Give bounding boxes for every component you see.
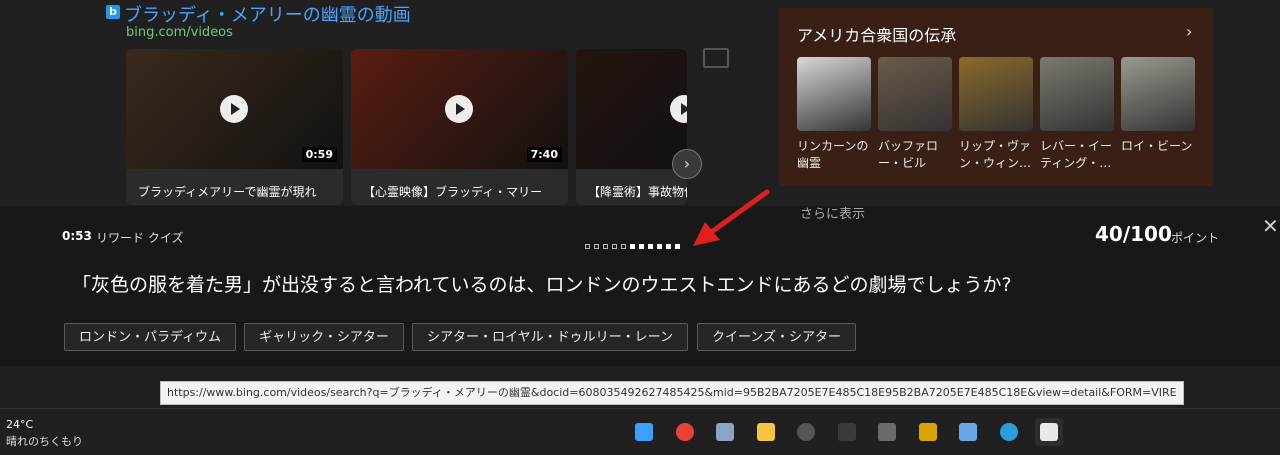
answer-option-2[interactable]: ギャリック・シアター bbox=[244, 323, 404, 351]
video-section-title[interactable]: ブラッディ・メアリーの幽霊の動画 bbox=[124, 1, 411, 27]
quiz-question: 「灰色の服を着た男」が出没すると言われているのは、ロンドンのウエストエンドにある… bbox=[72, 274, 1012, 296]
rip-van-winkle-image[interactable] bbox=[959, 57, 1033, 131]
video-caption: 【心霊映像】ブラッディ・マリー bbox=[363, 185, 543, 199]
quiz-points-unit: ポイント bbox=[1171, 231, 1220, 245]
weather-temperature[interactable]: 24°C bbox=[6, 418, 33, 431]
progress-dot bbox=[603, 244, 608, 249]
video-card-3[interactable]: 【降霊術】事故物件 bbox=[576, 49, 687, 205]
weather-description[interactable]: 晴れのちくもり bbox=[6, 433, 83, 449]
url-status-tooltip: https://www.bing.com/videos/search?q=ブラッ… bbox=[160, 381, 1184, 405]
carousel-next-button[interactable]: › bbox=[672, 149, 702, 179]
buffalo-bill-image[interactable] bbox=[878, 57, 952, 131]
answer-option-4[interactable]: クイーンズ・シアター bbox=[697, 323, 856, 351]
screenshot-tool-icon[interactable] bbox=[873, 418, 901, 446]
file-explorer-icon[interactable] bbox=[752, 418, 780, 446]
knowledge-item-label[interactable]: ロイ・ビーン bbox=[1121, 138, 1197, 155]
progress-dot bbox=[648, 244, 653, 249]
cmd-gui-icon[interactable] bbox=[833, 418, 861, 446]
quiz-timer: 0:53 bbox=[62, 229, 92, 243]
show-more-link[interactable]: さらに表示 bbox=[800, 203, 865, 222]
video-section-url[interactable]: bing.com/videos bbox=[126, 25, 233, 40]
windows-start-icon[interactable] bbox=[630, 418, 658, 446]
chrome-icon[interactable] bbox=[671, 418, 699, 446]
progress-dot bbox=[675, 244, 680, 249]
progress-dot bbox=[630, 244, 635, 249]
play-icon bbox=[220, 95, 248, 123]
video-caption: 【降霊術】事故物件 bbox=[588, 185, 687, 199]
bing-logo-icon: b bbox=[106, 5, 120, 19]
video-duration: 7:40 bbox=[526, 147, 562, 162]
play-icon bbox=[445, 95, 473, 123]
obs-icon[interactable] bbox=[792, 418, 820, 446]
bee-app-icon[interactable] bbox=[914, 418, 942, 446]
knowledge-item-label[interactable]: バッファロー・ビル bbox=[878, 138, 954, 172]
close-icon[interactable]: ✕ bbox=[1262, 214, 1279, 238]
video-card-1[interactable]: 0:59 ブラッディメアリーで幽霊が現れ bbox=[126, 49, 343, 205]
edge-icon[interactable] bbox=[995, 418, 1023, 446]
quiz-progress-dots bbox=[585, 234, 684, 249]
notepad-icon[interactable] bbox=[954, 418, 982, 446]
answer-option-3[interactable]: シアター・ロイヤル・ドゥルリー・レーン bbox=[412, 323, 688, 351]
progress-dot bbox=[612, 244, 617, 249]
video-caption: ブラッディメアリーで幽霊が現れ bbox=[138, 185, 317, 199]
video-duration: 0:59 bbox=[301, 147, 337, 162]
progress-dot bbox=[666, 244, 671, 249]
progress-dot bbox=[621, 244, 626, 249]
settings-gear-icon[interactable] bbox=[711, 418, 739, 446]
lincoln-ghost-image[interactable] bbox=[797, 57, 871, 131]
answer-option-1[interactable]: ロンドン・パラディウム bbox=[64, 323, 236, 351]
knowledge-item-label[interactable]: リンカーンの幽霊 bbox=[797, 138, 873, 172]
progress-dot bbox=[639, 244, 644, 249]
progress-dot bbox=[657, 244, 662, 249]
progress-dot bbox=[594, 244, 599, 249]
roy-bean-image[interactable] bbox=[1121, 57, 1195, 131]
chevron-right-icon[interactable]: › bbox=[1186, 22, 1192, 41]
progress-dot bbox=[585, 244, 590, 249]
video-card-2[interactable]: 7:40 【心霊映像】ブラッディ・マリー bbox=[351, 49, 568, 205]
liver-eating-image[interactable] bbox=[1040, 57, 1114, 131]
quiz-label: リワード クイズ bbox=[96, 231, 184, 245]
quiz-points: 40/100 bbox=[1095, 222, 1172, 246]
knowledge-panel-title[interactable]: アメリカ合衆国の伝承 bbox=[797, 22, 956, 46]
knowledge-item-label[interactable]: レバー・イーティング・… bbox=[1040, 138, 1116, 172]
knowledge-item-label[interactable]: リップ・ヴァン・ウィン… bbox=[959, 138, 1035, 172]
picture-in-picture-icon[interactable] bbox=[703, 48, 729, 68]
document-icon[interactable] bbox=[1035, 418, 1063, 446]
